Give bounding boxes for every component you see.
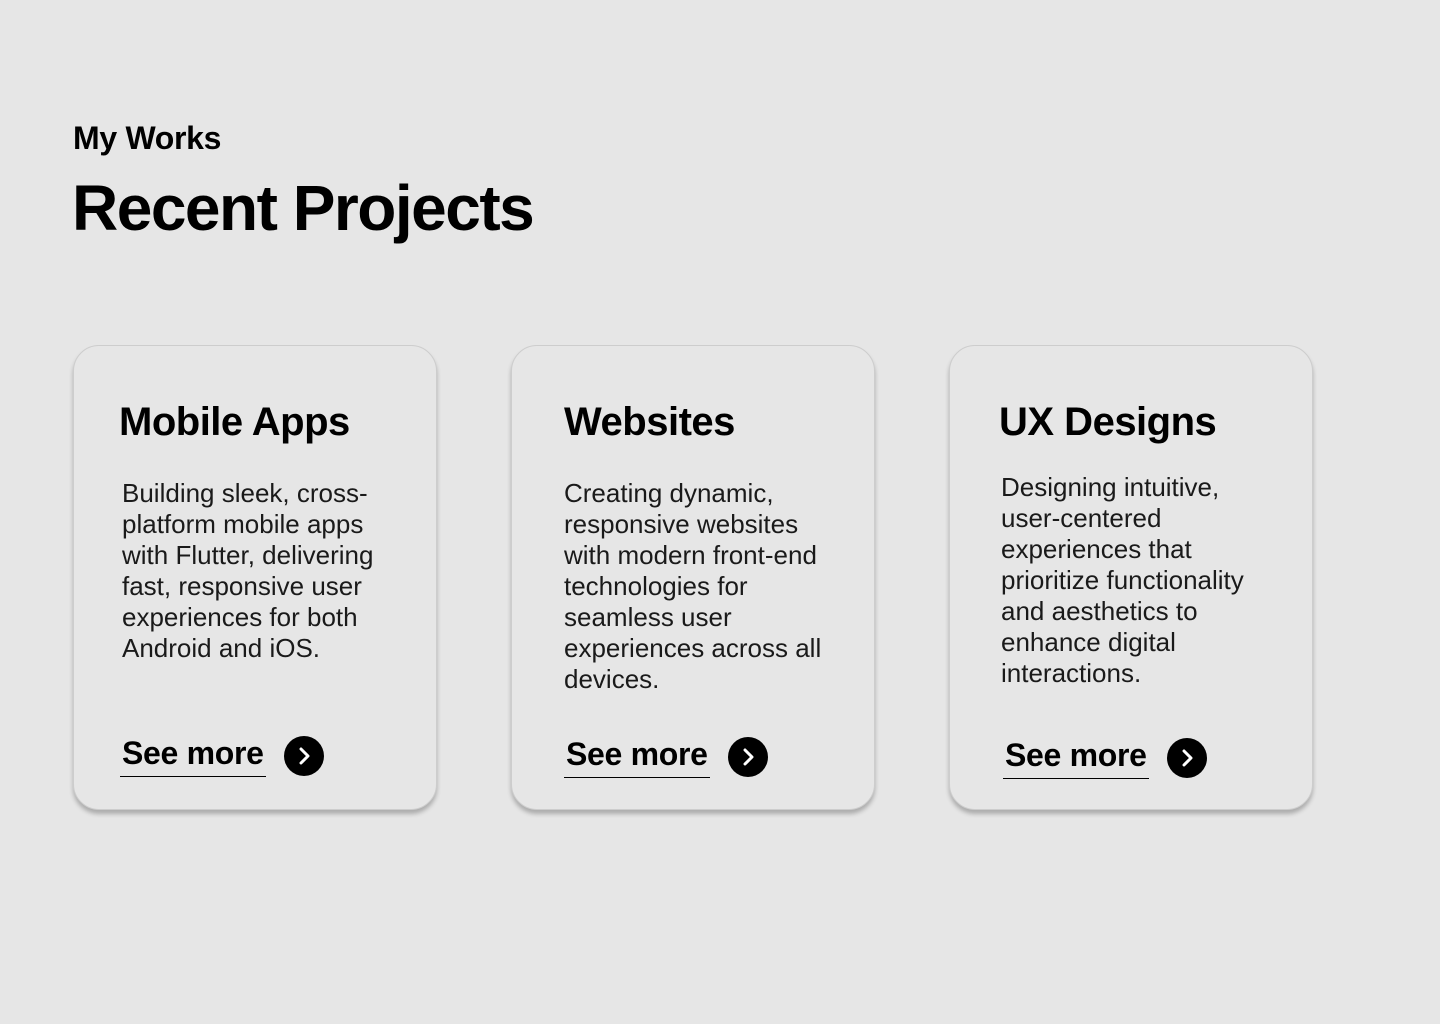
see-more-label[interactable]: See more bbox=[564, 735, 710, 778]
chevron-right-icon[interactable] bbox=[727, 736, 768, 777]
card-title: UX Designs bbox=[999, 400, 1217, 444]
card-description: Designing intuitive, user-centered exper… bbox=[1001, 472, 1244, 688]
project-card-websites: Websites Creating dynamic, responsive we… bbox=[511, 345, 875, 810]
project-card-mobile-apps: Mobile Apps Building sleek, cross- platf… bbox=[73, 345, 437, 810]
section-eyebrow: My Works bbox=[73, 120, 222, 156]
card-title: Websites bbox=[564, 400, 735, 444]
see-more-label[interactable]: See more bbox=[1003, 736, 1149, 779]
chevron-right-icon[interactable] bbox=[1166, 737, 1207, 778]
chevron-right-icon[interactable] bbox=[283, 735, 324, 776]
card-title: Mobile Apps bbox=[119, 400, 350, 444]
see-more-link[interactable]: See more bbox=[564, 735, 768, 778]
see-more-link[interactable]: See more bbox=[1003, 736, 1207, 779]
card-description: Creating dynamic, responsive websites wi… bbox=[564, 478, 822, 694]
page-title: Recent Projects bbox=[72, 172, 535, 244]
project-card-ux-designs: UX Designs Designing intuitive, user-cen… bbox=[949, 345, 1313, 810]
card-description: Building sleek, cross- platform mobile a… bbox=[122, 478, 374, 663]
see-more-link[interactable]: See more bbox=[120, 734, 324, 777]
see-more-label[interactable]: See more bbox=[120, 734, 266, 777]
